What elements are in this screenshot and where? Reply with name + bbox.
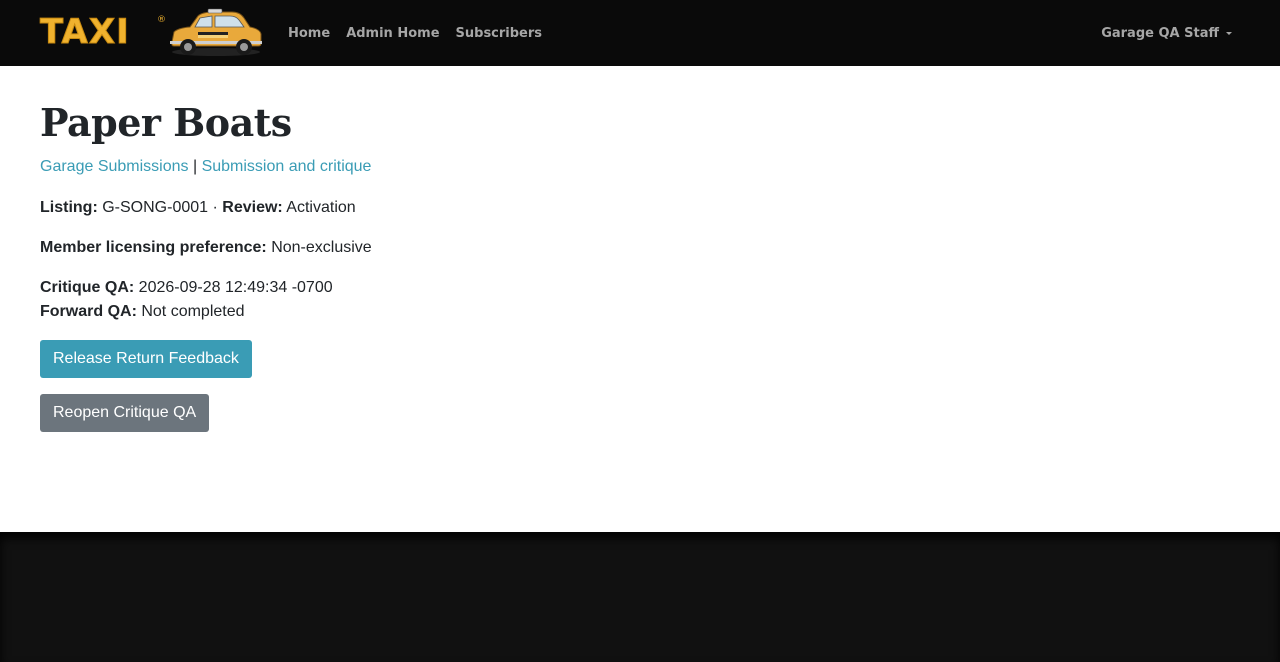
dot-separator: · [212,199,218,216]
reopen-critique-qa-button[interactable]: Reopen Critique QA [40,394,210,432]
nav-home-link[interactable]: Home [288,26,330,41]
listing-value: G-SONG-0001 [102,199,209,216]
taxi-logo[interactable]: TAXI ® [40,8,264,58]
garage-submissions-link[interactable]: Garage Submissions [40,158,189,175]
forward-qa-value: Not completed [141,303,245,320]
logo-registered-mark: ® [157,15,166,25]
licensing-value: Non-exclusive [271,239,372,256]
nav-admin-home-link[interactable]: Admin Home [346,26,439,41]
user-menu-dropdown[interactable]: Garage QA Staff [1101,0,1232,66]
review-value: Activation [286,199,356,216]
breadcrumb-separator: | [192,158,198,175]
page-title: Paper Boats [40,100,292,145]
user-menu-label: Garage QA Staff [1101,25,1219,41]
page-footer [0,532,1280,662]
top-navbar: TAXI ® Home Admin Home Subscribers Garag… [0,0,1280,66]
taxi-cab-icon [170,8,262,56]
submission-critique-link[interactable]: Submission and critique [202,158,372,175]
critique-qa-label: Critique QA: [40,279,135,296]
licensing-label: Member licensing preference: [40,239,267,256]
forward-qa-row: Forward QA: Not completed [40,302,245,322]
critique-qa-value: 2026-09-28 12:49:34 -0700 [138,279,333,296]
release-return-feedback-button[interactable]: Release Return Feedback [40,340,252,378]
breadcrumb: Garage Submissions | Submission and crit… [40,158,371,176]
review-label: Review: [222,199,283,216]
nav-links: Home Admin Home Subscribers [288,0,558,66]
licensing-row: Member licensing preference: Non-exclusi… [40,238,372,258]
listing-label: Listing: [40,199,98,216]
caret-down-icon [1226,31,1232,35]
critique-qa-row: Critique QA: 2026-09-28 12:49:34 -0700 [40,278,333,298]
forward-qa-label: Forward QA: [40,303,137,320]
nav-subscribers-link[interactable]: Subscribers [456,26,543,41]
logo-text: TAXI [40,12,130,52]
listing-review-row: Listing: G-SONG-0001 · Review: Activatio… [40,198,356,218]
